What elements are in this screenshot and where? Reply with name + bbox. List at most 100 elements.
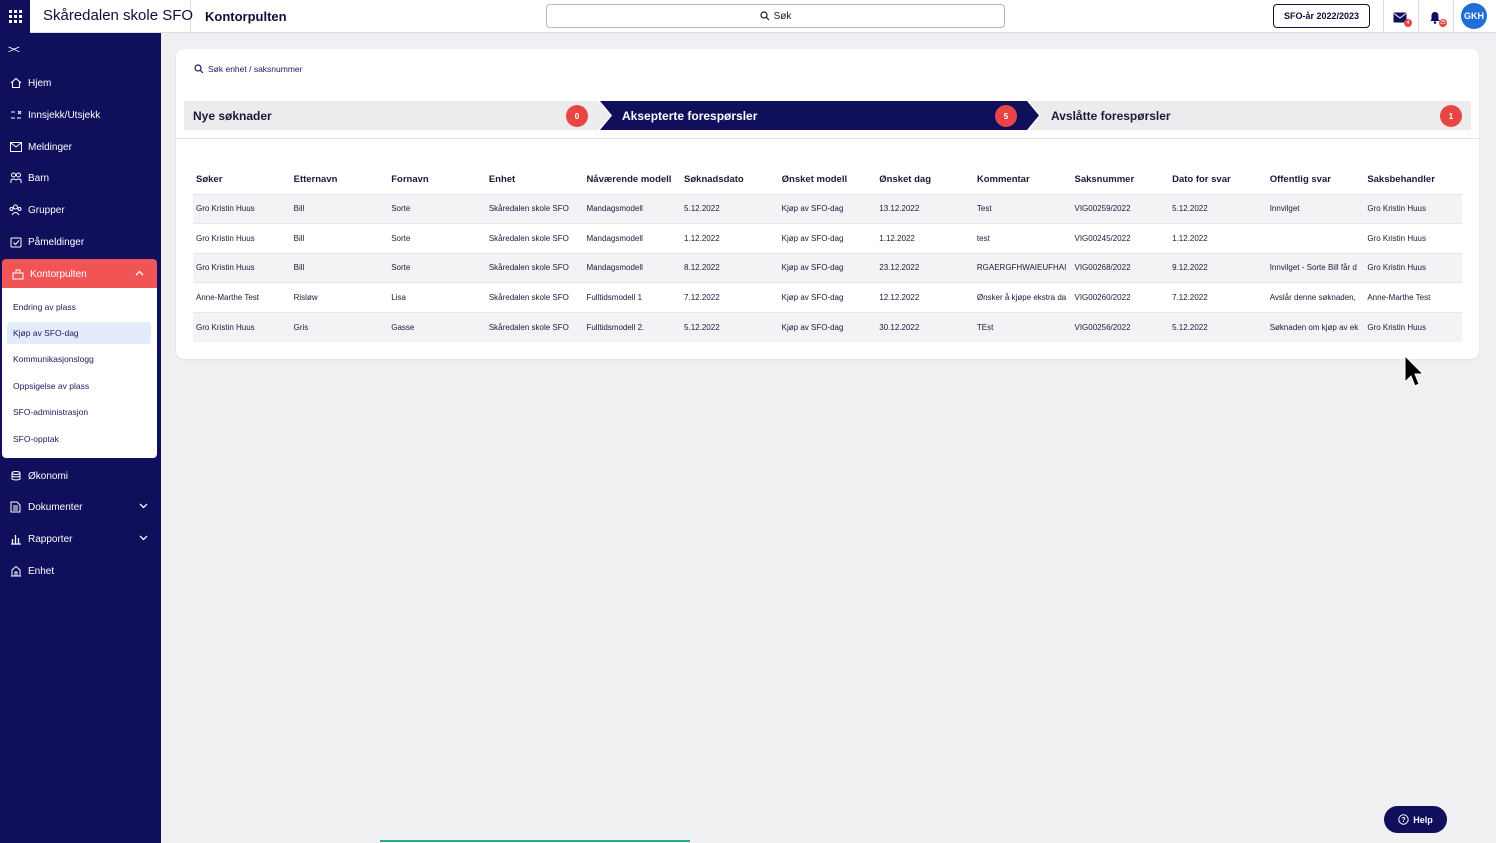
sidebar-item-label: Dokumenter <box>28 501 83 513</box>
column-header[interactable]: Ønsket dag <box>876 165 974 194</box>
table-cell: Anne-Marthe Test <box>193 282 291 312</box>
sidebar-item-pameldinger[interactable]: Påmeldinger <box>0 227 161 257</box>
sidebar-item-innsjekk[interactable]: Innsjekk/Utsjekk <box>0 100 161 130</box>
divider <box>1418 0 1419 33</box>
table-cell: 5.12.2022 <box>1169 311 1267 342</box>
tab-nye-soknader[interactable]: Nye søknader <box>193 101 272 130</box>
search-label: Søk <box>773 10 792 22</box>
table-cell: VIG00259/2022 <box>1071 193 1170 224</box>
tab-backgrounds <box>184 101 1471 130</box>
column-header[interactable]: Ønsket modell <box>779 165 877 194</box>
sidebar-item-barn[interactable]: Barn <box>0 163 161 193</box>
table-cell: Ønsker å kjøpe ekstra da <box>973 282 1072 312</box>
table-cell: TEst <box>973 311 1072 342</box>
column-header[interactable]: Saksnummer <box>1071 165 1169 194</box>
table-cell: 9.12.2022 <box>1169 252 1267 283</box>
collapse-sidebar-icon[interactable]: >< <box>8 44 20 56</box>
table-cell: Bill <box>290 193 389 224</box>
check-in-out-icon <box>9 109 22 122</box>
column-header[interactable]: Etternavn <box>291 165 389 194</box>
table-cell: Test <box>973 193 1072 224</box>
table-row[interactable]: Gro Kristin Huus Bill Sorte Skåredalen s… <box>193 223 1462 253</box>
table-cell: Skåredalen skole SFO <box>485 223 584 253</box>
table-cell: Skåredalen skole SFO <box>485 311 584 342</box>
table-row[interactable]: Anne-Marthe Test Risløw Lisa Skåredalen … <box>193 282 1462 312</box>
case-search-input[interactable]: Søk enhet / saksnummer <box>194 64 302 74</box>
sidebar-item-label: Enhet <box>28 565 55 577</box>
notifications-button[interactable]: 25 <box>1425 7 1447 27</box>
global-search-input[interactable]: Søk <box>546 4 1005 28</box>
sidebar-item-kontorpulten[interactable]: Kontorpulten <box>2 259 157 289</box>
help-label: Help <box>1413 814 1433 825</box>
table-cell: VIG00268/2022 <box>1071 252 1170 283</box>
submenu-item-endring-av-plass[interactable]: Endring av plass <box>7 296 151 318</box>
tab-count-badge: 5 <box>995 105 1017 127</box>
column-header[interactable]: Dato for svar <box>1169 165 1267 194</box>
registration-icon <box>9 236 22 249</box>
submenu-item-sfo-administrasjon[interactable]: SFO-administrasjon <box>7 401 151 423</box>
coins-icon <box>9 470 22 483</box>
column-header[interactable]: Offentlig svar <box>1267 165 1365 194</box>
column-header[interactable]: Saksbehandler <box>1364 165 1462 194</box>
table-cell: 1.12.2022 <box>681 223 779 253</box>
sidebar-item-rapporter[interactable]: Rapporter <box>0 524 161 554</box>
table-cell: RGAERGFHWAIEUFHAI <box>973 252 1072 283</box>
table-cell: test <box>973 223 1072 253</box>
requests-card: Søk enhet / saksnummer Nye søknader 0 Ak… <box>176 49 1479 359</box>
table-cell: Innvilget - Sorte Bill får d <box>1266 252 1365 283</box>
document-icon <box>9 501 22 514</box>
school-year-button[interactable]: SFO-år 2022/2023 <box>1273 4 1370 28</box>
table-row[interactable]: Gro Kristin Huus Bill Sorte Skåredalen s… <box>193 252 1462 283</box>
table-cell: Gro Kristin Huus <box>193 311 291 342</box>
sidebar-item-grupper[interactable]: Grupper <box>0 195 161 225</box>
table-cell: Gro Kristin Huus <box>1364 223 1462 253</box>
table-cell: Gris <box>290 311 389 342</box>
table-cell: 7.12.2022 <box>681 282 779 312</box>
table-cell: VIG00245/2022 <box>1071 223 1170 253</box>
sidebar-item-okonomi[interactable]: Økonomi <box>0 461 161 491</box>
table-cell <box>1266 223 1365 253</box>
table-cell: 1.12.2022 <box>876 223 974 253</box>
tab-count-badge: 0 <box>566 105 588 127</box>
submenu-item-oppsigelse-av-plass[interactable]: Oppsigelse av plass <box>7 375 151 397</box>
table-cell: 7.12.2022 <box>1169 282 1267 312</box>
desk-icon <box>11 268 24 281</box>
divider <box>380 840 690 842</box>
app-launcher-button[interactable] <box>0 0 30 33</box>
table-cell: Mandagsmodell <box>583 193 682 224</box>
sidebar-item-hjem[interactable]: Hjem <box>0 68 161 98</box>
column-header[interactable]: Fornavn <box>388 165 486 194</box>
submenu-item-kjop-av-sfo-dag[interactable]: Kjøp av SFO-dag <box>7 322 151 344</box>
table-row[interactable]: Gro Kristin Huus Gris Gasse Skåredalen s… <box>193 311 1462 342</box>
messages-button[interactable]: 4 <box>1390 7 1412 27</box>
table-cell: Innvilget <box>1266 193 1365 224</box>
column-header[interactable]: Enhet <box>486 165 584 194</box>
app-title[interactable]: Skåredalen skole SFO <box>30 0 193 33</box>
table-cell: Kjøp av SFO-dag <box>778 282 877 312</box>
table-cell: Mandagsmodell <box>583 223 682 253</box>
column-header[interactable]: Søker <box>193 165 291 194</box>
table-cell: Gro Kristin Huus <box>193 223 291 253</box>
submenu-item-kommunikasjonslogg[interactable]: Kommunikasjonslogg <box>7 348 151 370</box>
submenu-item-sfo-opptak[interactable]: SFO-opptak <box>7 428 151 450</box>
tab-avslatte-foresporsler[interactable]: Avslåtte forespørsler <box>1051 101 1171 130</box>
user-avatar[interactable]: GKH <box>1461 3 1487 29</box>
table-cell: 30.12.2022 <box>876 311 974 342</box>
sidebar-item-label: Hjem <box>28 77 52 89</box>
sidebar-item-meldinger[interactable]: Meldinger <box>0 132 161 162</box>
table-cell: 5.12.2022 <box>681 193 779 224</box>
help-button[interactable]: ? Help <box>1384 806 1447 833</box>
table-cell: Skåredalen skole SFO <box>485 282 584 312</box>
table-cell: Fulltidsmodell 1 <box>583 282 682 312</box>
column-header[interactable]: Kommentar <box>974 165 1072 194</box>
column-header[interactable]: Søknadsdato <box>681 165 779 194</box>
column-header[interactable]: Nåværende modell <box>583 165 681 194</box>
table-cell: Kjøp av SFO-dag <box>778 193 877 224</box>
table-row[interactable]: Gro Kristin Huus Bill Sorte Skåredalen s… <box>193 193 1462 224</box>
table-cell: VIG00256/2022 <box>1071 311 1170 342</box>
tab-aksepterte-foresporsler[interactable]: Aksepterte forespørsler <box>622 101 757 130</box>
sidebar-item-label: Grupper <box>28 204 65 216</box>
requests-table: Søker Etternavn Fornavn Enhet Nåværende … <box>193 165 1462 342</box>
sidebar-item-enhet[interactable]: Enhet <box>0 556 161 586</box>
sidebar-item-dokumenter[interactable]: Dokumenter <box>0 492 161 522</box>
